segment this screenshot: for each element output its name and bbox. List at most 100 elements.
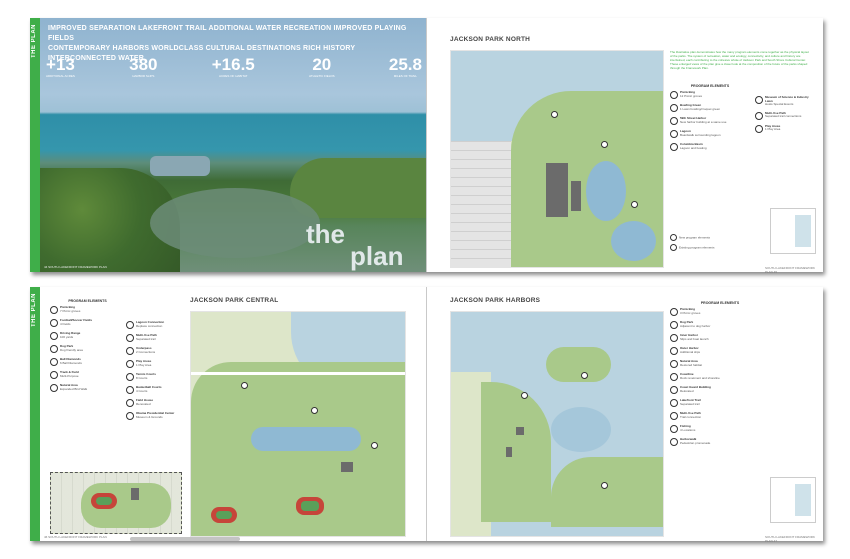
stats-row: +13 ADDITIONAL ACRES 380 HARBOR SLIPS +16.… [46,55,422,79]
museum-icon [126,412,134,420]
key-new: New program elements [670,234,710,241]
harbor-icon [670,347,678,355]
picnic-icon [50,306,58,314]
basketball-icon [126,386,134,394]
list-item: Lagoon Boardwalk surrounding lagoon [670,129,750,138]
play-icon [755,124,763,133]
intro-text: The illustrative plan demonstrates how t… [670,50,809,70]
coastline-icon [670,373,678,381]
list-item: Multi-Use Path Separated trail [126,333,188,342]
folio-left: 44 SOUTH LAKEFRONT FRAMEWORK PLAN [44,265,107,269]
photo-title: the plan [306,219,404,271]
list-item: Natural Area Restored habitat [670,359,770,368]
nature-icon [50,384,58,392]
section-tab: THE PLAN [30,287,40,541]
locator-map-bottom [770,477,816,523]
folio-right: SOUTH LAKEFRONT FRAMEWORK PLAN 45 [765,266,815,274]
list-item: Museum of Science & Industry Lawn Hosts S… [755,95,817,107]
list-item: 59th Street Harbor New harbor building at… [670,116,750,125]
new-element-icon [670,234,677,241]
harbor-icon [670,334,678,342]
page-title-harbors: JACKSON PARK HARBORS [450,297,541,304]
nature-icon [670,360,678,368]
list-item: Fishing 4 Locations [670,424,770,433]
inset-map-obama-center [50,472,182,534]
list-item: Picnicking 7 Picnic groves [50,305,125,314]
list-item: Ball Diamonds 6 Ball Diamonds [50,357,125,366]
program-legend-col2: Museum of Science & Industry Lawn Hosts S… [755,95,817,138]
list-item: Lakefront Trail Separated trail [670,398,770,407]
page-title: JACKSON PARK NORTH [450,36,531,43]
list-item: Dog Park Dog friendly area [50,344,125,353]
spread-bottom: THE PLAN PROGRAM ELEMENTS Picnicking 7 Pi… [30,287,823,543]
list-item: Play Areas 1 Play Area [126,359,188,368]
soccer-icon [50,319,58,327]
list-item: Bowling Green 1 Lawn bowling/croquet gree… [670,103,750,112]
existing-element-icon [670,244,677,251]
track-icon [50,371,58,379]
lagoon-icon [670,130,678,138]
harbor-icon [670,117,678,125]
tennis-icon [126,373,134,381]
museum-icon [755,96,763,104]
map-jackson-park-harbors [450,311,664,537]
dog-icon [50,345,58,353]
list-item: Play Areas 1 Play Area [755,124,817,133]
folio-left: 46 SOUTH LAKEFRONT FRAMEWORK PLAN [44,535,107,539]
fishing-icon [670,425,678,433]
trail-icon [670,399,678,407]
building-icon [670,386,678,394]
list-item: Coastline Rock revetment and shoreline [670,372,770,381]
basin-icon [670,143,678,151]
list-item: Coast Guard Building Relocated [670,385,770,394]
picnic-icon [670,308,678,316]
list-item: Track & Field Multi-Purpose [50,370,125,379]
list-item: Dog Park Adjacent to dog harbor [670,320,770,329]
program-legend-harbors: PROGRAM ELEMENTS Picnicking 3 Picnic grov… [670,301,770,451]
golf-icon [50,332,58,340]
locator-map [770,208,816,254]
page-title-central: JACKSON PARK CENTRAL [190,297,279,304]
harborwalk-icon [670,438,678,446]
play-icon [126,360,134,368]
stat: +13 ADDITIONAL ACRES [46,55,75,79]
program-legend-central: PROGRAM ELEMENTS Picnicking 7 Picnic grov… [50,299,125,397]
list-item: Basketball Courts 4 Courts [126,385,188,394]
path-icon [755,111,763,120]
list-item: Picnicking 12 Picnic groves [670,90,750,99]
stat: 20 ATHLETIC FIELDS [309,55,335,79]
key-existing: Existing program elements [670,244,715,251]
program-legend-central-col2: Lagoon Connection Replace connection Mult… [126,320,188,425]
list-item: Natural Area Expanded Bird Walk [50,383,125,392]
folio-right: SOUTH LAKEFRONT FRAMEWORK PLAN 47 [765,535,815,543]
list-item: Lagoon Connection Replace connection [126,320,188,329]
aerial-photo: IMPROVED SEPARATION LAKEFRONT TRAIL ADDI… [40,18,426,272]
program-legend: PROGRAM ELEMENTS Picnicking 12 Picnic gro… [670,84,750,156]
path-icon [126,334,134,342]
list-item: Outer Harbor Additional slips [670,346,770,355]
map-jackson-park-north [450,50,664,268]
list-item: Underpass 2 Connections [126,346,188,355]
list-item: Field House Renovated [126,398,188,407]
list-item: Inner Harbor Slips and boat launch [670,333,770,342]
fieldhouse-icon [126,399,134,407]
dog-icon [670,321,678,329]
map-jackson-park-central [190,311,406,537]
list-item: Obama Presidential Center Museum & Ground… [126,411,188,420]
list-item: Harborwalk Pedestrian promenade [670,437,770,446]
list-item: Football/Soccer Fields 4 Fields [50,318,125,327]
list-item: Picnicking 3 Picnic groves [670,307,770,316]
list-item: Columbia Basin Lagoon and boating [670,142,750,151]
horizontal-scrollbar[interactable] [130,537,240,541]
stat: +16.5 ACRES OF HABITAT [211,55,255,79]
bowling-icon [670,104,678,112]
baseball-icon [50,358,58,366]
path-icon [670,412,678,420]
spread-top: THE PLAN IMPROVED SEPARATION LAKEFRONT T… [30,18,823,274]
underpass-icon [126,347,134,355]
stat: 380 HARBOR SLIPS [129,55,158,79]
lagoon-icon [126,321,134,329]
list-item: Driving Range 100 yards [50,331,125,340]
list-item: Multi-Use Path Separated trail connection… [755,111,817,120]
stat: 25.8 MILES OF TRAIL [388,55,422,79]
